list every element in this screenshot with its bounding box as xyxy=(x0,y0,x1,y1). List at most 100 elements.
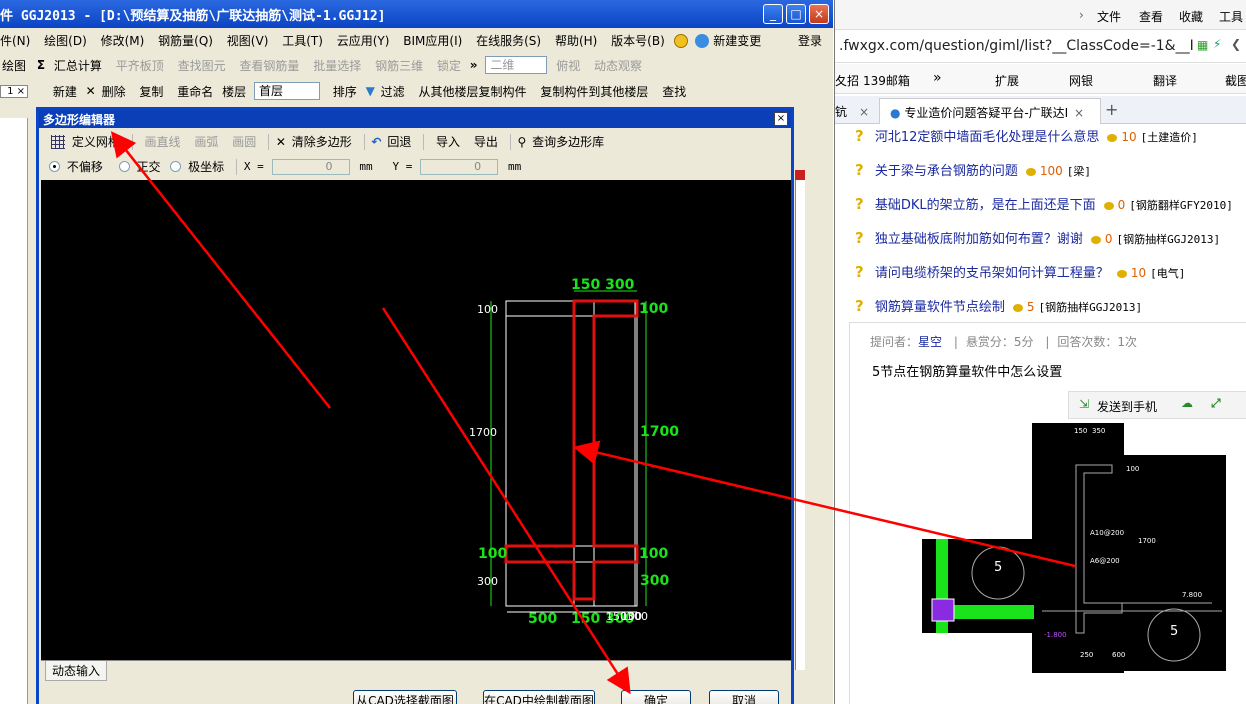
sum-calc-button[interactable]: 汇总计算 xyxy=(49,57,107,74)
app-title-bar[interactable]: 件 GGJ2013 - [D:\预结算及抽筋\广联达抽筋\测试-1.GGJ12] xyxy=(0,0,833,28)
find-button[interactable]: 查找 xyxy=(657,83,691,100)
question-item[interactable]: ? 钢筋算量软件节点绘制 5 [钢筋抽样GGJ2013] xyxy=(855,296,1142,315)
sort-button[interactable]: 排序 xyxy=(328,83,362,100)
batch-select-button[interactable]: 批量选择 xyxy=(308,57,366,74)
overflow-icon[interactable]: » xyxy=(470,58,478,72)
clear-polygon-button[interactable]: 清除多边形 xyxy=(290,133,357,150)
menu-draw[interactable]: 绘图(D) xyxy=(39,32,92,49)
y-input[interactable]: 0 xyxy=(420,158,499,175)
tab-active[interactable]: ● 专业造价问题答疑平台-广联达I × xyxy=(879,98,1101,124)
define-grid-button[interactable]: 定义网格 xyxy=(69,133,125,150)
polar-radio[interactable] xyxy=(170,161,182,172)
sigma-icon: Σ xyxy=(36,58,46,72)
cad-dim-250: 250 xyxy=(1080,651,1093,659)
rebar-3d-button[interactable]: 钢筋三维 xyxy=(370,57,428,74)
url-text[interactable]: .fwxgx.com/question/giml/list?__ClassCod… xyxy=(839,38,1194,54)
login-button[interactable]: 登录 xyxy=(798,32,822,49)
menu-favorites[interactable]: 收藏 xyxy=(1179,8,1203,25)
new-change-button[interactable]: 新建变更 xyxy=(713,32,761,49)
find-element-button[interactable]: 查找图元 xyxy=(173,57,231,74)
bookmarks-more[interactable]: » xyxy=(933,70,942,86)
question-item[interactable]: ? 关于梁与承台钢筋的问题 100 [梁] xyxy=(855,160,1091,179)
menu-modify[interactable]: 修改(M) xyxy=(96,32,150,49)
ok-button[interactable]: 确定 xyxy=(621,690,691,704)
bookmark-mail[interactable]: 139邮箱 xyxy=(863,72,910,89)
menu-file[interactable]: 文件 xyxy=(1097,8,1121,25)
draw-arc-button[interactable]: 画弧 xyxy=(189,133,223,150)
no-offset-radio[interactable] xyxy=(49,161,60,172)
dialog-title-bar[interactable]: 多边形编辑器 xyxy=(39,110,791,128)
dynamic-view-button[interactable]: 动态观察 xyxy=(589,57,647,74)
draw-button[interactable]: 绘图 xyxy=(0,57,31,74)
menu-cloud[interactable]: 云应用(Y) xyxy=(332,32,395,49)
lightning-icon[interactable]: ⚡ xyxy=(1213,37,1221,51)
question-item[interactable]: ? 基础DKL的架立筋，是在上面还是下面 0 [钢筋翻样GFY2010] xyxy=(855,194,1233,213)
bookmark-screenshot[interactable]: 截图 xyxy=(1225,72,1246,89)
tab-close-icon[interactable]: × xyxy=(1074,106,1084,120)
menu-version[interactable]: 版本号(B) xyxy=(606,32,670,49)
address-bar[interactable]: .fwxgx.com/question/giml/list?__ClassCod… xyxy=(835,31,1246,63)
question-item[interactable]: ? 河北12定额中墙面毛化处理是什么意思 10 [土建造价] xyxy=(855,126,1198,145)
cad-rebar2: A6@200 xyxy=(1090,557,1120,565)
menu-tools[interactable]: 工具(T) xyxy=(277,32,328,49)
menu-online[interactable]: 在线服务(S) xyxy=(471,32,546,49)
asker-link[interactable]: 星空 xyxy=(918,335,942,349)
maximize-button[interactable]: □ xyxy=(786,4,806,24)
menu-file[interactable]: 件(N) xyxy=(0,32,35,49)
small-close-icon[interactable]: 1 × xyxy=(0,84,28,98)
floor-select[interactable]: 首层 xyxy=(253,82,320,100)
cad-dim-1700: 1700 xyxy=(1138,537,1156,545)
section-polygon[interactable] xyxy=(504,299,639,601)
menu-bim[interactable]: BIM应用(I) xyxy=(398,32,467,49)
tab-partial[interactable]: 钪 × xyxy=(835,98,873,124)
lock-button[interactable]: 锁定 xyxy=(432,57,466,74)
copy-button[interactable]: 复制 xyxy=(134,83,168,100)
menu-tools[interactable]: 工具 xyxy=(1219,8,1243,25)
minimize-button[interactable]: _ xyxy=(763,4,783,24)
toolbar-elements: 1 × 新建 ✕ 删除 复制 重命名 楼层 首层 排序 ▼ 过滤 从其他楼层复制… xyxy=(0,80,833,102)
copy-from-floor-button[interactable]: 从其他楼层复制构件 xyxy=(414,83,532,100)
question-item[interactable]: ? 请问电缆桥架的支吊架如何计算工程量？ 10 [电气] xyxy=(855,262,1185,281)
polygon-canvas[interactable]: 150 300 100 1700 100 300 100 500 150 300… xyxy=(41,180,791,660)
bookmark-bank[interactable]: 网银 xyxy=(1069,72,1093,89)
cancel-button[interactable]: 取消 xyxy=(709,690,779,704)
x-input[interactable]: 0 xyxy=(271,158,350,175)
drawing-scrollbar[interactable] xyxy=(795,180,805,670)
filter-button[interactable]: 过滤 xyxy=(379,83,410,100)
view-mode-select[interactable]: 二维 xyxy=(485,56,548,74)
dialog-close-button[interactable]: × xyxy=(774,112,788,126)
draw-in-cad-button[interactable]: 在CAD中绘制截面图 xyxy=(483,690,595,704)
bookmark-extensions[interactable]: 扩展 xyxy=(995,72,1019,89)
fullscreen-icon[interactable]: ⤢ xyxy=(1211,396,1221,411)
import-button[interactable]: 导入 xyxy=(431,133,465,150)
bookmark-translate[interactable]: 翻译 xyxy=(1153,72,1177,89)
cloud-icon[interactable]: ☁ xyxy=(1181,396,1193,410)
draw-line-button[interactable]: 画直线 xyxy=(140,133,186,150)
menu-view[interactable]: 视图(V) xyxy=(222,32,274,49)
menu-help[interactable]: 帮助(H) xyxy=(550,32,602,49)
new-button[interactable]: 新建 xyxy=(48,83,82,100)
rename-button[interactable]: 重命名 xyxy=(172,83,218,100)
draw-circle-button[interactable]: 画圆 xyxy=(227,133,261,150)
delete-button[interactable]: 删除 xyxy=(100,83,131,100)
send-to-phone-button[interactable]: 发送到手机 xyxy=(1097,398,1157,415)
cad-node-image: 150 350 100 1700 A10@200 A6@200 7.800 25… xyxy=(922,423,1226,673)
view-rebar-button[interactable]: 查看钢筋量 xyxy=(234,57,304,74)
select-from-cad-button[interactable]: 从CAD选择截面图 xyxy=(353,690,457,704)
flat-board-button[interactable]: 平齐板顶 xyxy=(111,57,169,74)
undo-button[interactable]: 回退 xyxy=(385,133,416,150)
export-button[interactable]: 导出 xyxy=(469,133,503,150)
query-library-button[interactable]: 查询多边形库 xyxy=(530,133,609,150)
polygon-editor-dialog: 多边形编辑器 × 定义网格 画直线 画弧 画圆 ✕ 清除多边形 ↶ 回退 导入 … xyxy=(36,107,794,704)
new-tab-icon[interactable]: + xyxy=(1105,100,1118,119)
dropdown-icon[interactable]: ❮ xyxy=(1231,37,1241,51)
copy-to-floor-button[interactable]: 复制构件到其他楼层 xyxy=(535,83,653,100)
menu-rebar[interactable]: 钢筋量(Q) xyxy=(153,32,218,49)
ortho-radio[interactable] xyxy=(118,161,130,172)
dynamic-input-tab[interactable]: 动态输入 xyxy=(45,661,108,681)
top-view-button[interactable]: 俯视 xyxy=(551,57,585,74)
bookmark-first[interactable]: 夂招 xyxy=(835,72,859,89)
question-item[interactable]: ? 独立基础板底附加筋如何布置？谢谢 0 [钢筋抽样GGJ2013] xyxy=(855,228,1220,247)
menu-view[interactable]: 查看 xyxy=(1139,8,1163,25)
close-button[interactable]: × xyxy=(809,4,829,24)
